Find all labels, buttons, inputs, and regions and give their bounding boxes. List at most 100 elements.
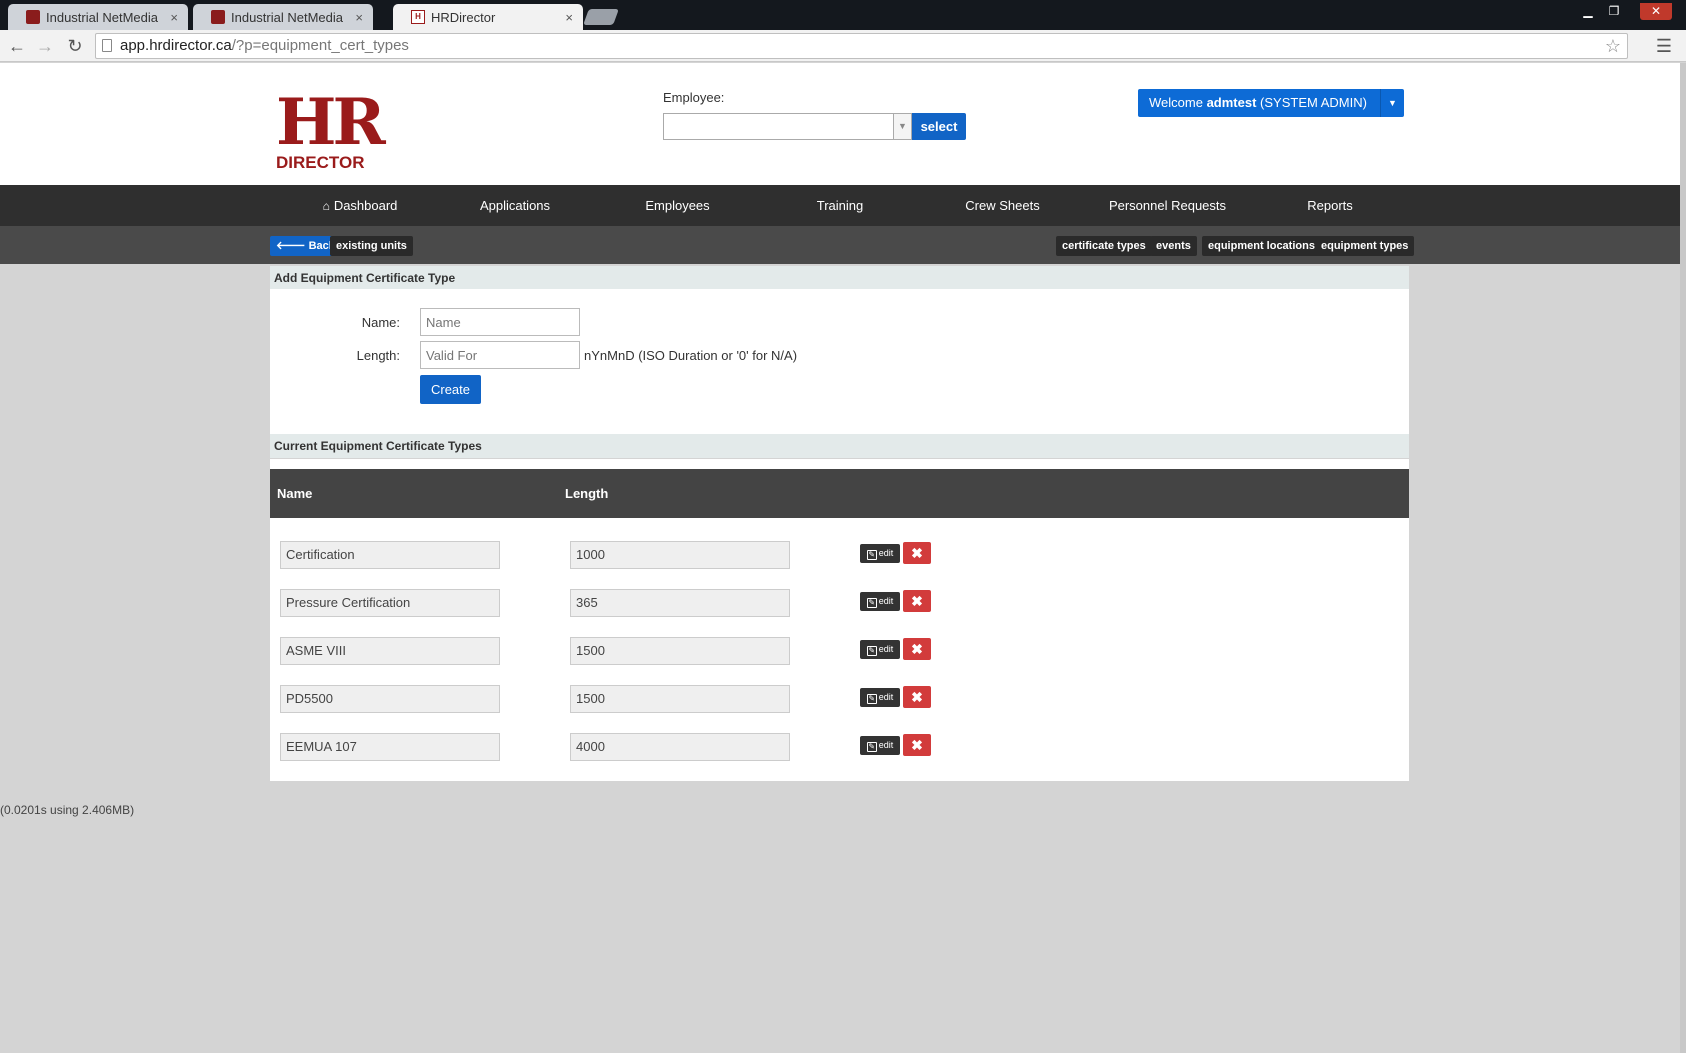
welcome-role: (SYSTEM ADMIN) <box>1256 95 1367 110</box>
browser-tab[interactable]: Industrial NetMedia × <box>8 4 188 30</box>
new-tab-button[interactable] <box>583 9 619 25</box>
delete-button[interactable]: ✖ <box>903 686 931 708</box>
certificate-types-button[interactable]: certificate types <box>1056 236 1152 256</box>
welcome-username: admtest <box>1206 95 1257 110</box>
employee-select[interactable]: ▼ <box>663 113 912 140</box>
edit-label: edit <box>878 740 894 750</box>
chrome-menu-icon[interactable]: ☰ <box>1654 36 1674 56</box>
tab-title: HRDirector <box>431 9 496 25</box>
tab-close-icon[interactable]: × <box>565 10 573 25</box>
edit-button[interactable]: ✎ edit <box>860 688 900 707</box>
page: HR DIRECTOR Employee: ▼ select Welcome a… <box>0 63 1680 1053</box>
add-section-title: Add Equipment Certificate Type <box>270 266 1409 290</box>
length-label: Length: <box>356 348 400 363</box>
nav-item-training[interactable]: Training <box>790 185 890 226</box>
edit-icon: ✎ <box>866 646 877 656</box>
render-timing: (0.0201s using 2.406MB) <box>0 803 135 817</box>
edit-label: edit <box>878 644 894 654</box>
edit-button[interactable]: ✎ edit <box>860 592 900 611</box>
row-name-field[interactable]: PD5500 <box>280 685 500 713</box>
edit-icon: ✎ <box>866 598 877 608</box>
address-bar[interactable]: app.hrdirector.ca/?p=equipment_cert_type… <box>95 33 1628 59</box>
existing-units-button[interactable]: existing units <box>330 236 413 256</box>
edit-button[interactable]: ✎ edit <box>860 736 900 755</box>
forward-arrow-icon[interactable]: → <box>34 35 56 57</box>
back-arrow-icon[interactable]: ← <box>6 35 28 57</box>
row-length-field[interactable]: 1500 <box>570 637 790 665</box>
edit-button[interactable]: ✎ edit <box>860 544 900 563</box>
table-row: ASME VIII 1500 ✎ edit ✖ <box>270 637 1409 685</box>
table-row: PD5500 1500 ✎ edit ✖ <box>270 685 1409 733</box>
nav-item-reports[interactable]: Reports <box>1280 185 1380 226</box>
url-host: app.hrdirector.ca <box>120 37 232 54</box>
caret-down-icon[interactable]: ▼ <box>1380 89 1404 117</box>
maximize-icon[interactable]: ❐ <box>1602 3 1626 20</box>
column-header-length: Length <box>565 486 609 501</box>
row-name-field[interactable]: ASME VIII <box>280 637 500 665</box>
browser-tab-bar: Industrial NetMedia × Industrial NetMedi… <box>0 0 1686 30</box>
select-button[interactable]: select <box>912 113 966 140</box>
column-header-name: Name <box>277 486 313 501</box>
table-header: Name Length <box>270 469 1409 518</box>
hrdirector-favicon-icon: H <box>411 10 425 24</box>
reload-icon[interactable]: ↻ <box>64 35 86 57</box>
sub-nav: 🡐 Back existing units certificate types … <box>0 226 1680 264</box>
row-name-field[interactable]: Pressure Certification <box>280 589 500 617</box>
row-name-field[interactable]: Certification <box>280 541 500 569</box>
welcome-prefix: Welcome <box>1149 95 1207 110</box>
row-length-field[interactable]: 365 <box>570 589 790 617</box>
tab-title: Industrial NetMedia <box>231 9 343 25</box>
home-icon: ⌂ <box>322 199 330 213</box>
table-row: Pressure Certification 365 ✎ edit ✖ <box>270 589 1409 637</box>
nav-item-crew-sheets[interactable]: Crew Sheets <box>950 185 1055 226</box>
tab-close-icon[interactable]: × <box>355 10 363 25</box>
events-button[interactable]: events <box>1150 236 1197 256</box>
page-scrollbar[interactable] <box>1680 63 1686 1053</box>
row-length-field[interactable]: 4000 <box>570 733 790 761</box>
row-name-field[interactable]: EEMUA 107 <box>280 733 500 761</box>
nav-item-applications[interactable]: Applications <box>460 185 570 226</box>
browser-tab[interactable]: Industrial NetMedia × <box>193 4 373 30</box>
nav-item-employees[interactable]: Employees <box>625 185 730 226</box>
logo-director: DIRECTOR <box>276 153 365 172</box>
nav-item-dashboard[interactable]: ⌂ Dashboard <box>300 185 420 226</box>
url-path: /?p=equipment_cert_types <box>231 37 409 54</box>
favicon-icon <box>211 10 225 24</box>
table-row: Certification 1000 ✎ edit ✖ <box>270 541 1409 589</box>
delete-button[interactable]: ✖ <box>903 542 931 564</box>
main-nav: ⌂ Dashboard Applications Employees Traini… <box>0 185 1680 226</box>
hrdirector-logo[interactable]: HR DIRECTOR <box>276 91 386 175</box>
delete-button[interactable]: ✖ <box>903 590 931 612</box>
edit-button[interactable]: ✎ edit <box>860 640 900 659</box>
edit-icon: ✎ <box>866 550 877 560</box>
create-button[interactable]: Create <box>420 375 481 404</box>
logo-hr: HR <box>276 85 386 160</box>
delete-button[interactable]: ✖ <box>903 638 931 660</box>
equipment-types-button[interactable]: equipment types <box>1315 236 1415 256</box>
browser-toolbar: ← → ↻ app.hrdirector.ca/?p=equipment_cer… <box>0 30 1686 62</box>
employee-label: Employee: <box>663 90 725 105</box>
name-label: Name: <box>361 315 400 330</box>
minimize-icon[interactable]: ▁ <box>1576 3 1600 20</box>
length-hint: nYnMnD (ISO Duration or '0' for N/A) <box>584 348 798 363</box>
edit-icon: ✎ <box>866 694 877 704</box>
bookmark-star-icon[interactable]: ☆ <box>1605 34 1621 58</box>
close-window-icon[interactable]: ✕ <box>1640 3 1672 20</box>
delete-button[interactable]: ✖ <box>903 734 931 756</box>
name-input[interactable] <box>420 308 580 336</box>
edit-label: edit <box>878 692 894 702</box>
tab-close-icon[interactable]: × <box>170 10 178 25</box>
add-form: Name: Length: nYnMnD (ISO Duration or '0… <box>270 289 1409 434</box>
welcome-user-dropdown[interactable]: Welcome admtest (SYSTEM ADMIN) ▼ <box>1138 89 1404 117</box>
length-input[interactable] <box>420 341 580 369</box>
edit-label: edit <box>878 596 894 606</box>
chevron-down-icon[interactable]: ▼ <box>893 114 911 139</box>
row-length-field[interactable]: 1000 <box>570 541 790 569</box>
equipment-locations-button[interactable]: equipment locations <box>1202 236 1321 256</box>
nav-item-label: Dashboard <box>333 198 398 213</box>
browser-tab-active[interactable]: H HRDirector × <box>393 4 583 30</box>
nav-item-personnel-requests[interactable]: Personnel Requests <box>1100 185 1235 226</box>
row-length-field[interactable]: 1500 <box>570 685 790 713</box>
tab-title: Industrial NetMedia <box>46 9 158 25</box>
table-row: EEMUA 107 4000 ✎ edit ✖ <box>270 733 1409 781</box>
